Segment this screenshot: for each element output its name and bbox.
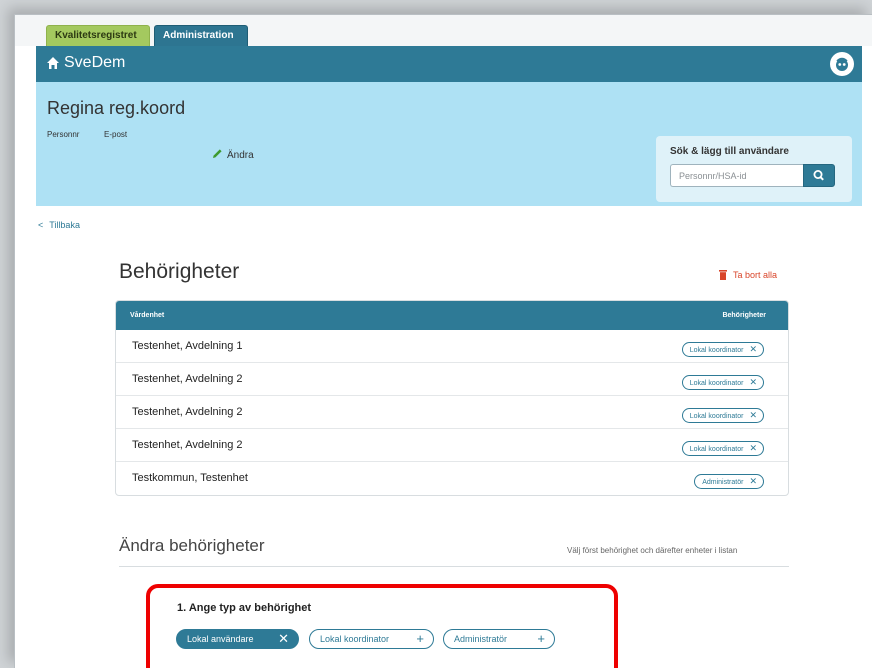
remove-role-icon[interactable]: ✕ xyxy=(749,442,757,455)
user-name: Regina reg.koord xyxy=(47,98,186,118)
step-title: 1. Ange typ av behörighet xyxy=(177,602,312,614)
trash-icon xyxy=(719,270,727,280)
app-tabs-bar: Kvalitetsregistret Administration xyxy=(15,15,872,46)
divider xyxy=(119,566,789,567)
option-label: Lokal användare xyxy=(187,634,254,644)
pencil-icon xyxy=(213,149,222,158)
edit-user-label: Ändra xyxy=(227,150,254,161)
role-chip: Lokal koordinator ✕ xyxy=(681,441,764,456)
home-icon[interactable] xyxy=(46,56,60,70)
permissions-table: Vårdenhet Behörigheter Testenhet, Avdeln… xyxy=(115,300,789,496)
search-input[interactable] xyxy=(670,164,803,187)
top-navigation-bar: SveDem xyxy=(36,46,862,82)
edit-user-link[interactable]: Ändra xyxy=(212,148,254,161)
option-label: Administratör xyxy=(454,634,508,644)
role-chip: Lokal koordinator ✕ xyxy=(681,408,764,423)
role-label: Administratör xyxy=(702,479,744,486)
back-link[interactable]: < Tillbaka xyxy=(38,220,80,230)
table-row: Testenhet, Avdelning 1 Lokal koordinator… xyxy=(116,330,788,363)
remove-role-icon[interactable]: ✕ xyxy=(749,475,757,488)
unit-name: Testenhet, Avdelning 2 xyxy=(132,406,243,418)
epost-label: E-post xyxy=(104,130,128,139)
permissions-heading: Behörigheter xyxy=(119,260,240,283)
role-chip: Administratör ✕ xyxy=(694,474,764,489)
table-row: Testenhet, Avdelning 2 Lokal koordinator… xyxy=(116,429,788,462)
user-info-panel: Regina reg.koord Personnr E-post Ändra S… xyxy=(36,82,862,206)
brand-link[interactable]: SveDem xyxy=(64,54,125,72)
tab-administration[interactable]: Administration xyxy=(154,25,248,46)
column-header-permissions: Behörigheter xyxy=(722,312,766,319)
plus-icon[interactable]: + xyxy=(416,630,424,648)
close-icon[interactable]: ✕ xyxy=(278,630,289,648)
unit-name: Testenhet, Avdelning 1 xyxy=(132,340,243,352)
option-label: Lokal koordinator xyxy=(320,634,390,644)
remove-role-icon[interactable]: ✕ xyxy=(749,343,757,356)
role-label: Lokal koordinator xyxy=(689,347,744,354)
change-permissions-heading: Ändra behörigheter xyxy=(119,536,265,555)
column-header-unit: Vårdenhet xyxy=(130,312,165,319)
change-permissions-hint: Välj först behörighet och därefter enhet… xyxy=(567,546,738,555)
user-search-box: Sök & lägg till användare xyxy=(656,136,852,202)
remove-role-icon[interactable]: ✕ xyxy=(749,376,757,389)
highlight-annotation-box xyxy=(146,584,618,668)
plus-icon[interactable]: + xyxy=(537,630,545,648)
role-label: Lokal koordinator xyxy=(689,446,744,453)
table-row: Testenhet, Avdelning 2 Lokal koordinator… xyxy=(116,396,788,429)
option-lokal-koordinator[interactable]: Lokal koordinator + xyxy=(309,629,434,649)
search-icon xyxy=(813,170,824,181)
role-chip: Lokal koordinator ✕ xyxy=(681,342,764,357)
table-row: Testkommun, Testenhet Administratör ✕ xyxy=(116,462,788,495)
remove-all-label: Ta bort alla xyxy=(733,270,778,280)
remove-all-button[interactable]: Ta bort alla xyxy=(719,270,777,280)
personnr-label: Personnr xyxy=(47,130,80,139)
user-avatar-icon xyxy=(836,57,848,71)
user-avatar[interactable] xyxy=(830,52,854,76)
table-header: Vårdenhet Behörigheter xyxy=(116,301,788,330)
role-label: Lokal koordinator xyxy=(689,413,744,420)
role-chip: Lokal koordinator ✕ xyxy=(681,375,764,390)
tab-kvalitetsregistret[interactable]: Kvalitetsregistret xyxy=(46,25,150,46)
remove-role-icon[interactable]: ✕ xyxy=(749,409,757,422)
unit-name: Testenhet, Avdelning 2 xyxy=(132,439,243,451)
app-window: Kvalitetsregistret Administration SveDem… xyxy=(14,14,872,668)
option-lokal-anvandare[interactable]: Lokal användare ✕ xyxy=(176,629,299,649)
search-title: Sök & lägg till användare xyxy=(670,146,789,157)
back-label: Tillbaka xyxy=(49,220,80,230)
option-administrator[interactable]: Administratör + xyxy=(443,629,555,649)
unit-name: Testenhet, Avdelning 2 xyxy=(132,373,243,385)
unit-name: Testkommun, Testenhet xyxy=(132,472,248,484)
chevron-left-icon: < xyxy=(38,220,44,230)
table-row: Testenhet, Avdelning 2 Lokal koordinator… xyxy=(116,363,788,396)
search-button[interactable] xyxy=(803,164,835,187)
role-label: Lokal koordinator xyxy=(689,380,744,387)
